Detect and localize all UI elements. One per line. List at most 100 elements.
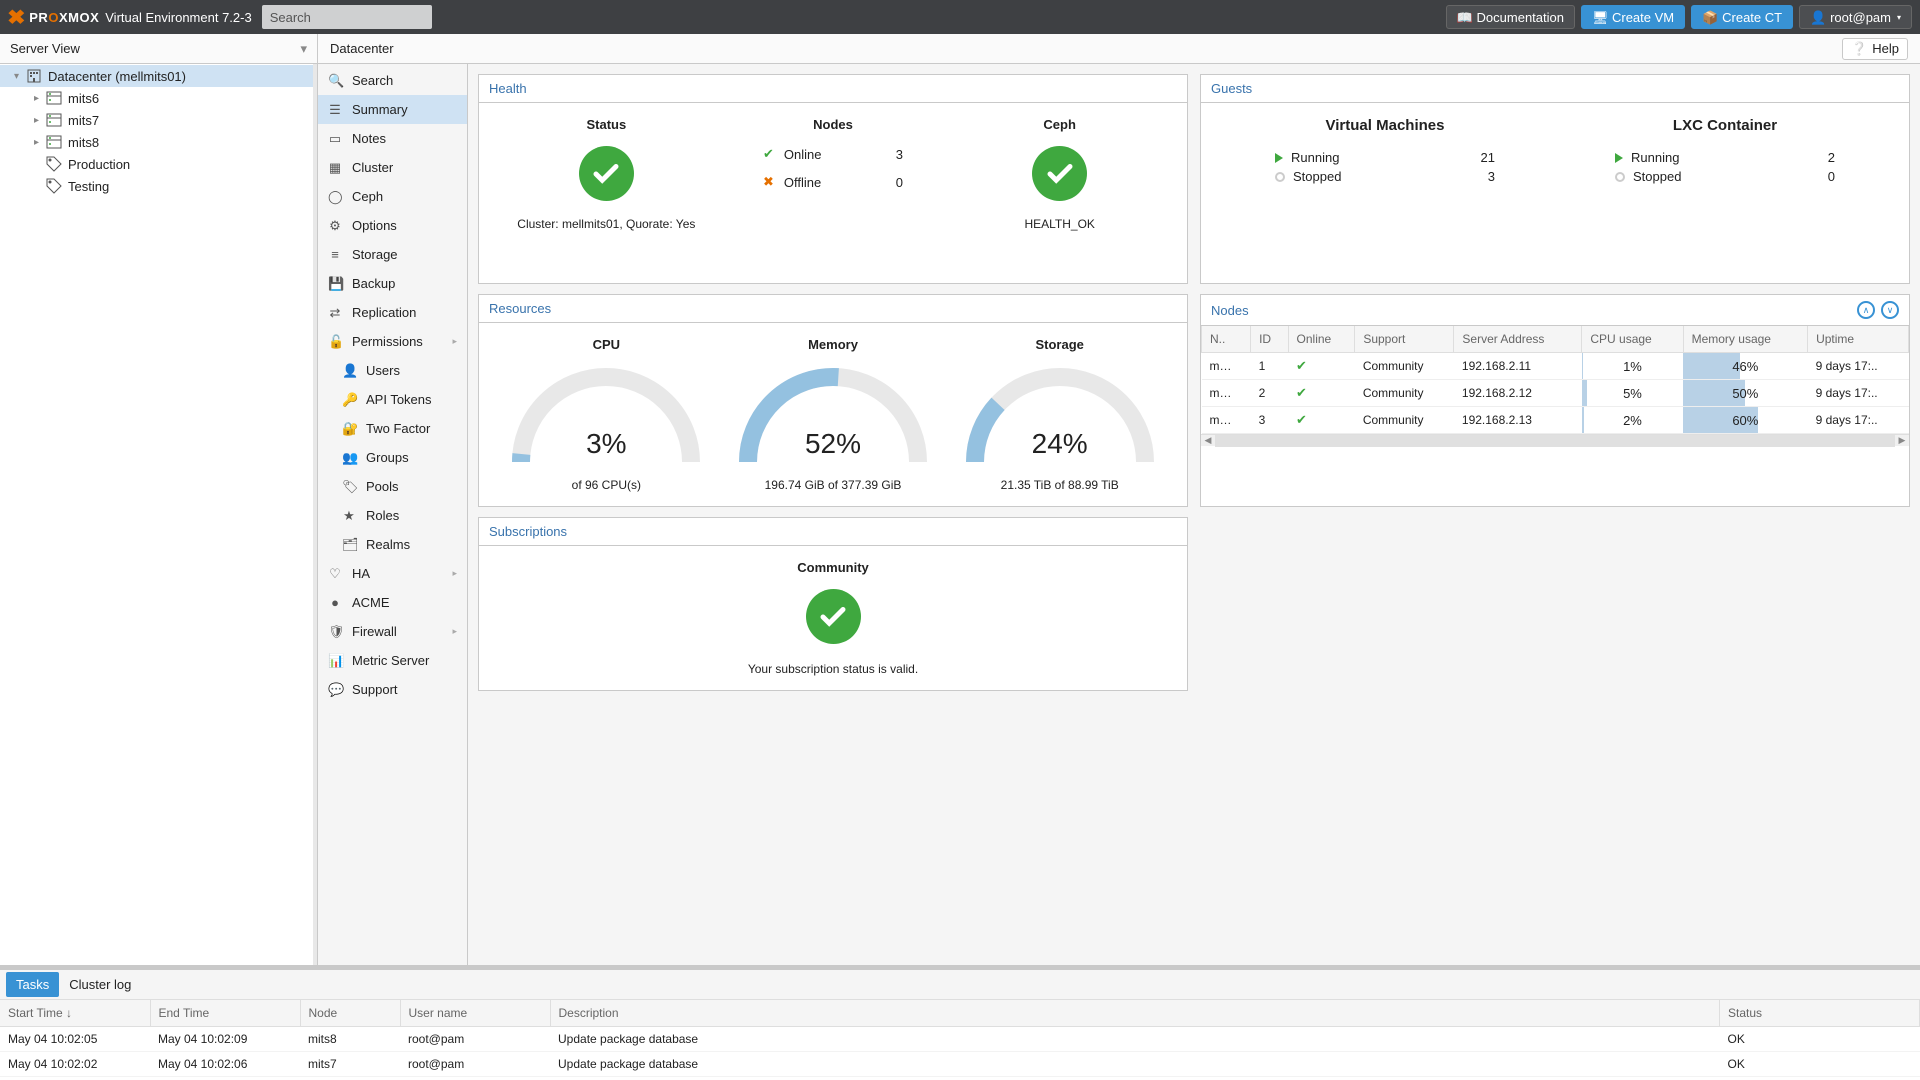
sidebar-item-ceph[interactable]: ◯Ceph <box>318 182 467 211</box>
support-icon: 💬 <box>328 682 342 698</box>
check-icon: ✔ <box>1296 385 1307 400</box>
sidebar-item-users[interactable]: 👤Users <box>318 356 467 385</box>
collapse-up-icon[interactable]: ∧ <box>1857 301 1875 319</box>
chevron-down-icon: ▾ <box>300 41 307 57</box>
cluster-icon: ▦ <box>328 160 342 176</box>
sidebar-item-firewall[interactable]: 🛡Firewall▸ <box>318 617 467 646</box>
tree-pool-testing[interactable]: Testing <box>0 175 313 197</box>
sidebar-item-two factor[interactable]: 🔐Two Factor <box>318 414 467 443</box>
subscription-status-text: Your subscription status is valid. <box>493 662 1173 676</box>
log-col-header[interactable]: End Time <box>150 1000 300 1027</box>
server-icon <box>46 134 62 150</box>
gauge-cpu: 3% <box>506 362 706 472</box>
realm-icon: 🗂 <box>342 537 356 553</box>
book-icon: 📖 <box>1457 10 1471 24</box>
nodes-col-header[interactable]: ID <box>1251 326 1288 353</box>
tab-tasks[interactable]: Tasks <box>6 972 59 997</box>
acme-icon: ● <box>328 595 342 610</box>
log-col-header[interactable]: Description <box>550 1000 1720 1027</box>
nodes-col-header[interactable]: CPU usage <box>1582 326 1683 353</box>
sidebar-item-options[interactable]: ⚙Options <box>318 211 467 240</box>
nodes-col-header[interactable]: Online <box>1288 326 1355 353</box>
create-ct-button[interactable]: 📦 Create CT <box>1691 5 1793 29</box>
log-col-header[interactable]: Node <box>300 1000 400 1027</box>
search-input[interactable] <box>262 5 432 29</box>
sidebar-item-backup[interactable]: 💾Backup <box>318 269 467 298</box>
sidebar-item-summary[interactable]: ☰Summary <box>318 95 467 124</box>
chevron-right-icon: ▸ <box>452 568 457 579</box>
horizontal-scrollbar[interactable]: ◀▶ <box>1201 434 1909 446</box>
sidebar-item-support[interactable]: 💬Support <box>318 675 467 704</box>
x-icon: ✖ <box>763 174 774 190</box>
sidebar-item-groups[interactable]: 👥Groups <box>318 443 467 472</box>
help-button[interactable]: ❔ Help <box>1842 38 1908 60</box>
sidebar-item-realms[interactable]: 🗂Realms <box>318 530 467 559</box>
key-icon: 🔑 <box>342 392 356 408</box>
server-icon <box>46 112 62 128</box>
circle-icon <box>1615 172 1625 182</box>
sidebar-item-replication[interactable]: ⇄Replication <box>318 298 467 327</box>
sidebar-item-permissions[interactable]: 🔓Permissions▸ <box>318 327 467 356</box>
user-icon: 👤 <box>342 363 356 379</box>
repl-icon: ⇄ <box>328 305 342 321</box>
panel-health: Health Status Cluster: mellmits01, Quora… <box>478 74 1188 284</box>
user-icon: 👤 <box>1810 10 1824 24</box>
guests-lxc-heading: LXC Container <box>1555 117 1895 134</box>
sidebar-item-ha[interactable]: ♡HA▸ <box>318 559 467 588</box>
log-col-header[interactable]: Status <box>1720 1000 1920 1027</box>
role-icon: ★ <box>342 508 356 524</box>
sidebar-item-search[interactable]: 🔍Search <box>318 66 467 95</box>
tree-view-select[interactable]: Server View ▾ <box>0 34 317 64</box>
log-row[interactable]: May 04 10:02:02May 04 10:02:06mits7root@… <box>0 1052 1920 1077</box>
sidebar-item-metric server[interactable]: 📊Metric Server <box>318 646 467 675</box>
check-circle-icon <box>1032 146 1087 201</box>
log-col-header[interactable]: User name <box>400 1000 550 1027</box>
guests-vm-heading: Virtual Machines <box>1215 117 1555 134</box>
tree-node-mits8[interactable]: ▸mits8 <box>0 131 313 153</box>
nodes-row[interactable]: m…2✔Community192.168.2.125%50%9 days 17:… <box>1202 380 1909 407</box>
sidebar-item-acme[interactable]: ●ACME <box>318 588 467 617</box>
sidebar-item-cluster[interactable]: ▦Cluster <box>318 153 467 182</box>
create-vm-button[interactable]: 🖥 Create VM <box>1581 5 1685 29</box>
chevron-right-icon: ▸ <box>452 626 457 637</box>
panel-nodes: Nodes ∧ ∨ N..IDOnlineSupportServer Addre… <box>1200 294 1910 507</box>
nodes-col-header[interactable]: Support <box>1355 326 1454 353</box>
sidebar-item-storage[interactable]: ≡Storage <box>318 240 467 269</box>
documentation-button[interactable]: 📖 Documentation <box>1446 5 1575 29</box>
tag-icon <box>46 178 62 194</box>
nodes-col-header[interactable]: Memory usage <box>1683 326 1808 353</box>
nodes-col-header[interactable]: Server Address <box>1454 326 1582 353</box>
sidebar-item-pools[interactable]: 🏷Pools <box>318 472 467 501</box>
check-circle-icon <box>579 146 634 201</box>
log-col-header[interactable]: Start Time ↓ <box>0 1000 150 1027</box>
search-icon: 🔍 <box>328 73 342 89</box>
tree-datacenter[interactable]: ▾ Datacenter (mellmits01) <box>0 65 313 87</box>
gauge-memory: 52% <box>733 362 933 472</box>
db-icon: ≡ <box>328 247 342 262</box>
nodes-row[interactable]: m…3✔Community192.168.2.132%60%9 days 17:… <box>1202 407 1909 434</box>
sidebar-item-api tokens[interactable]: 🔑API Tokens <box>318 385 467 414</box>
server-icon <box>46 90 62 106</box>
tree-node-mits6[interactable]: ▸mits6 <box>0 87 313 109</box>
log-row[interactable]: May 04 10:02:05May 04 10:02:09mits8root@… <box>0 1027 1920 1052</box>
fire-icon: 🛡 <box>328 624 342 640</box>
tag-icon <box>46 156 62 172</box>
tree-node-mits7[interactable]: ▸mits7 <box>0 109 313 131</box>
list-icon: ☰ <box>328 102 342 118</box>
panel-resources: Resources CPU 3% of 96 CPU(s) Memory 52%… <box>478 294 1188 507</box>
tree-pool-production[interactable]: Production <box>0 153 313 175</box>
tab-cluster-log[interactable]: Cluster log <box>59 972 141 997</box>
user-menu[interactable]: 👤 root@pam ▾ <box>1799 5 1912 29</box>
gauge-storage: 24% <box>960 362 1160 472</box>
nodes-row[interactable]: m…1✔Community192.168.2.111%46%9 days 17:… <box>1202 353 1909 380</box>
expand-down-icon[interactable]: ∨ <box>1881 301 1899 319</box>
nodes-col-header[interactable]: N.. <box>1202 326 1251 353</box>
sidebar-item-notes[interactable]: ▭Notes <box>318 124 467 153</box>
check-icon: ✔ <box>1296 358 1307 373</box>
check-circle-icon <box>806 589 861 644</box>
chevron-down-icon: ▾ <box>1897 13 1901 22</box>
2fa-icon: 🔐 <box>342 421 356 437</box>
check-icon: ✔ <box>1296 412 1307 427</box>
nodes-col-header[interactable]: Uptime <box>1808 326 1909 353</box>
sidebar-item-roles[interactable]: ★Roles <box>318 501 467 530</box>
